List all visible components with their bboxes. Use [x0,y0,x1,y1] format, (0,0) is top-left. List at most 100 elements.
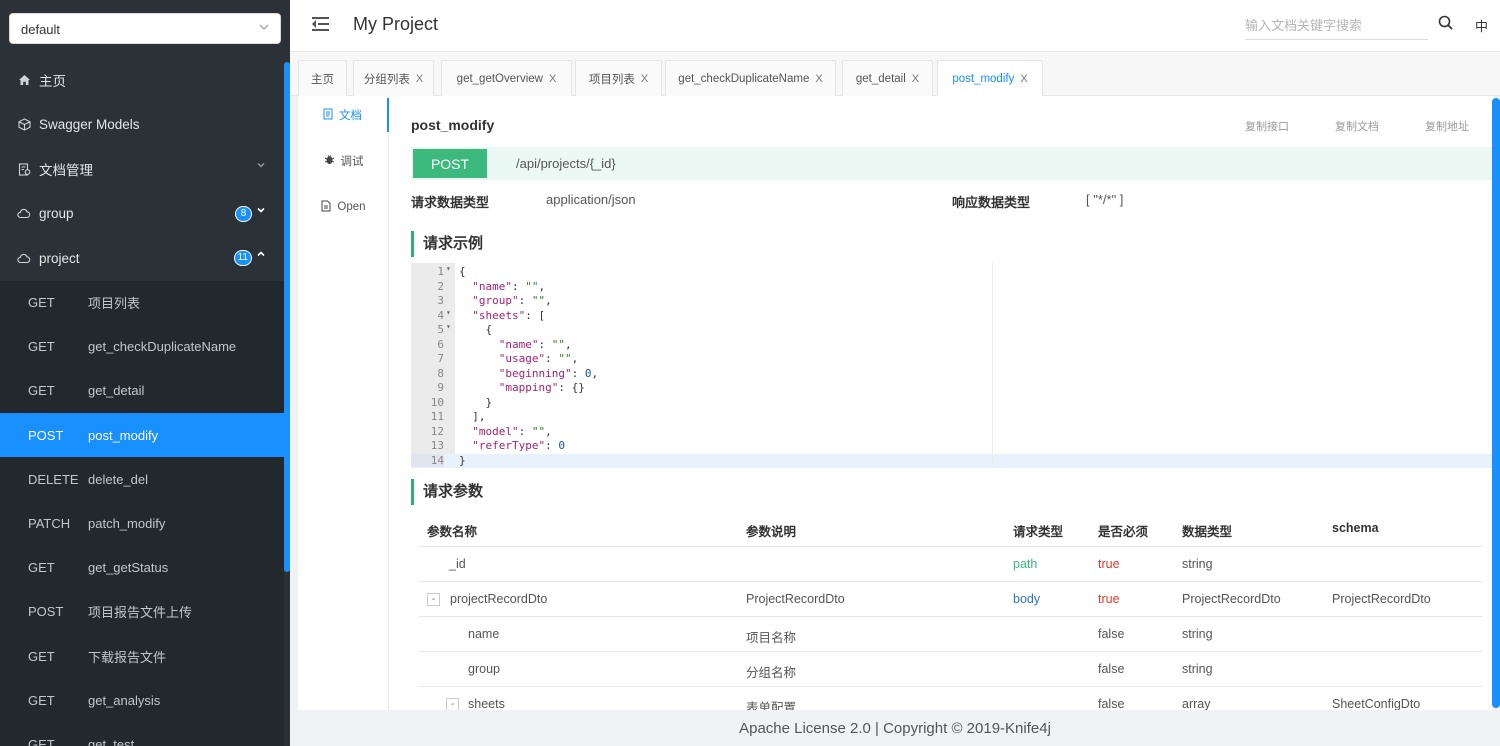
menu-collapse-icon[interactable] [312,16,330,32]
api-item[interactable]: POST 项目报告文件上传 [0,590,284,634]
api-item[interactable]: GET get_detail [0,369,284,413]
close-icon[interactable]: X [815,73,822,85]
sidebar-item-label: group [39,206,74,222]
param-required: true [1098,557,1120,571]
code-line: 5 ▾ { [411,322,1493,338]
tab-label: get_detail [855,73,906,85]
api-item[interactable]: GET 下载报告文件 [0,634,284,678]
api-item-active[interactable]: POST post_modify [0,413,284,458]
api-method: PATCH [28,516,71,532]
api-item[interactable]: GET get_analysis [0,678,284,722]
param-in: body [1013,592,1041,606]
param-required: false [1098,662,1125,676]
api-item[interactable]: GET get_test [0,722,284,746]
sidebar-scrollbar[interactable] [284,62,290,572]
code-line: 3 "group": "", [411,294,1493,309]
code-text: "beginning": 0, [498,366,599,380]
code-line: 10 } [411,396,1493,411]
tab-get-detail[interactable]: get_detail X [842,60,933,97]
language-switch[interactable]: 中 [1475,16,1488,35]
tab-label: 项目列表 [588,74,635,86]
code-text: "model": "", [472,424,552,438]
fold-arrow-icon[interactable]: ▾ [446,308,451,317]
api-name: delete_del [88,471,148,487]
code-text: } [459,453,466,467]
api-method: DELETE [28,471,79,487]
param-type: string [1182,662,1213,676]
line-number: 1 [437,265,444,278]
code-editor[interactable]: 1 ▾{2 "name": "", 3 "group": "", 4 ▾ "sheets… [411,263,1493,469]
fold-arrow-icon[interactable]: ▾ [446,322,451,331]
response-type-value: [ "*/*" ] [1086,192,1124,207]
table-row: group 分组名称 false string [419,652,1483,687]
api-item[interactable]: PATCH patch_modify [0,501,284,545]
table-row: - sheets 表单配置 false array SheetConfigDto [419,687,1483,710]
api-item[interactable]: GET get_getStatus [0,546,284,590]
sidebar-item-project[interactable]: project 11 [0,236,284,281]
tab-label: 主页 [311,74,334,86]
sidebar-item-home[interactable]: 主页 [0,58,284,103]
tab-post-modify[interactable]: post_modify X [937,60,1043,97]
param-desc: 项目名称 [746,631,797,645]
close-icon[interactable]: X [549,73,556,85]
table-header: 参数名称 参数说明 请求类型 是否必须 数据类型 schema [419,510,1483,547]
close-icon[interactable]: X [1020,73,1027,85]
api-method: GET [28,692,55,708]
tab-home[interactable]: 主页 [298,60,347,97]
request-type-value: application/json [546,192,636,207]
search-input[interactable] [1245,12,1425,38]
line-number: 13 [430,439,444,452]
close-icon[interactable]: X [641,73,648,85]
group-select[interactable]: default [9,13,281,44]
tab-check-duplicate[interactable]: get_checkDuplicateName X [665,60,836,97]
code-text: "mapping": {} [498,381,585,394]
search-icon[interactable] [1437,14,1455,32]
col-header: 是否必须 [1098,525,1149,539]
api-item[interactable]: GET get_checkDuplicateName [0,325,284,369]
code-line: 8 "beginning": 0, [411,367,1493,382]
line-number: 2 [437,279,444,293]
api-item[interactable]: DELETE delete_del [0,457,284,501]
param-desc: 表单配置 [746,701,797,710]
fold-arrow-icon[interactable]: ▾ [446,264,451,273]
param-name: name [468,627,500,641]
endpoint-bar: POST /api/projects/{_id} [411,147,1493,180]
side-tab-debug[interactable]: 调试 [298,144,389,178]
chevron-down-icon [256,205,266,218]
api-list: GET 项目列表 GET get_checkDuplicateName GET get… [0,280,284,746]
copy-api-link[interactable]: 复制接口 [1245,118,1289,134]
code-text: { [459,265,466,278]
file-icon [321,200,331,215]
tab-group-list[interactable]: 分组列表 X [353,60,434,97]
close-icon[interactable]: X [912,73,919,85]
close-icon[interactable]: X [416,73,423,85]
api-name: 下载报告文件 [88,649,167,665]
footer: Apache License 2.0 | Copyright © 2019-Kn… [290,710,1500,746]
request-example-heading: 请求示例 [411,231,483,257]
code-line: 6 "name": "", [411,338,1493,353]
api-name: get_getStatus [88,560,169,576]
content-panel: 文档 调试 Open post_modify 复制接口 复制文档 复制地址 PO [298,96,1493,710]
copy-doc-link[interactable]: 复制文档 [1335,118,1379,134]
tab-label: get_getOverview [456,73,543,85]
endpoint-path: /api/projects/{_id} [516,156,616,171]
cloud-icon [17,251,31,265]
copy-url-link[interactable]: 复制地址 [1425,118,1469,134]
col-header: schema [1332,521,1379,535]
col-header: 请求类型 [1013,525,1064,539]
content-scrollbar[interactable] [1492,98,1500,708]
api-item[interactable]: GET 项目列表 [0,281,284,325]
side-tab-open[interactable]: Open [298,190,389,224]
side-tab-doc[interactable]: 文档 [298,98,389,132]
sidebar: default 主页 Swagger Models 文档管理 group 8 p… [0,0,290,746]
sidebar-item-group[interactable]: group 8 [0,192,284,237]
sidebar-item-doc-manage[interactable]: 文档管理 [0,147,284,192]
tab-get-overview[interactable]: get_getOverview X [441,60,572,97]
param-name: group [468,662,500,676]
tab-project-list[interactable]: 项目列表 X [575,60,662,97]
table-row: name 项目名称 false string [419,617,1483,652]
line-number: 3 [437,294,444,307]
collapse-toggle[interactable]: - [446,698,459,710]
sidebar-item-swagger-models[interactable]: Swagger Models [0,103,284,148]
collapse-toggle[interactable]: - [427,593,440,606]
